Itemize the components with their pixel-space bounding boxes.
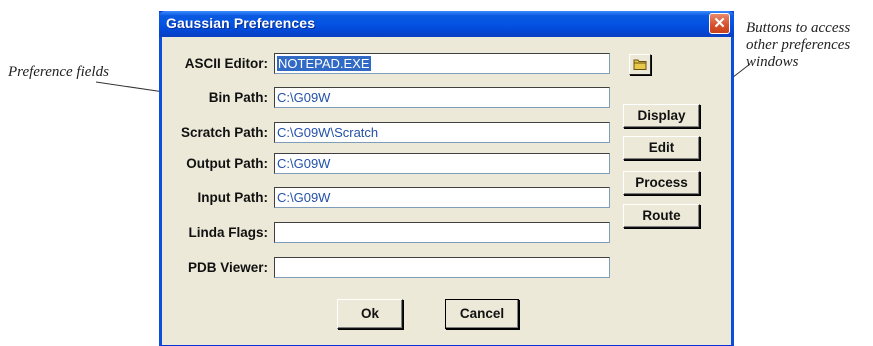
close-icon: ✕ bbox=[713, 15, 726, 32]
bin-path-label: Bin Path: bbox=[208, 90, 268, 105]
annotation-line: windows bbox=[746, 54, 799, 70]
linda-flags-field[interactable] bbox=[274, 222, 610, 243]
folder-icon bbox=[633, 59, 647, 70]
process-button[interactable]: Process bbox=[623, 171, 700, 195]
annotation-buttons: Buttons to access other preferences wind… bbox=[746, 20, 873, 71]
edit-button[interactable]: Edit bbox=[623, 136, 700, 160]
annotation-line: other preferences bbox=[746, 37, 851, 53]
route-button[interactable]: Route bbox=[623, 204, 700, 228]
pdb-viewer-field[interactable] bbox=[274, 257, 610, 278]
input-path-label: Input Path: bbox=[197, 190, 269, 205]
ascii-editor-value: NOTEPAD.EXE bbox=[277, 56, 371, 71]
output-path-field[interactable]: C:\G09W bbox=[274, 153, 610, 174]
annotation-line: Buttons to access bbox=[746, 20, 851, 36]
title-bar[interactable]: Gaussian Preferences ✕ bbox=[159, 11, 734, 37]
pdb-viewer-label: PDB Viewer: bbox=[187, 260, 268, 275]
ok-button[interactable]: Ok bbox=[337, 299, 403, 329]
close-button[interactable]: ✕ bbox=[709, 13, 730, 34]
scratch-path-field[interactable]: C:\G09W\Scratch bbox=[274, 122, 610, 143]
display-button[interactable]: Display bbox=[623, 104, 700, 128]
annotation-preference-fields: Preference fields bbox=[8, 64, 109, 80]
cancel-button[interactable]: Cancel bbox=[445, 299, 519, 329]
dialog-title: Gaussian Preferences bbox=[166, 15, 316, 31]
output-path-label: Output Path: bbox=[186, 156, 268, 171]
gaussian-preferences-dialog: Gaussian Preferences ✕ ASCII Editor: NOT… bbox=[159, 11, 734, 346]
ascii-editor-field[interactable]: NOTEPAD.EXE bbox=[274, 53, 610, 74]
bin-path-field[interactable]: C:\G09W bbox=[274, 87, 610, 108]
scratch-path-label: Scratch Path: bbox=[180, 125, 268, 140]
linda-flags-label: Linda Flags: bbox=[188, 225, 268, 240]
leader-line-left bbox=[95, 81, 165, 93]
ascii-editor-label: ASCII Editor: bbox=[184, 56, 268, 71]
browse-editor-button[interactable] bbox=[629, 54, 651, 75]
input-path-field[interactable]: C:\G09W bbox=[274, 187, 610, 208]
